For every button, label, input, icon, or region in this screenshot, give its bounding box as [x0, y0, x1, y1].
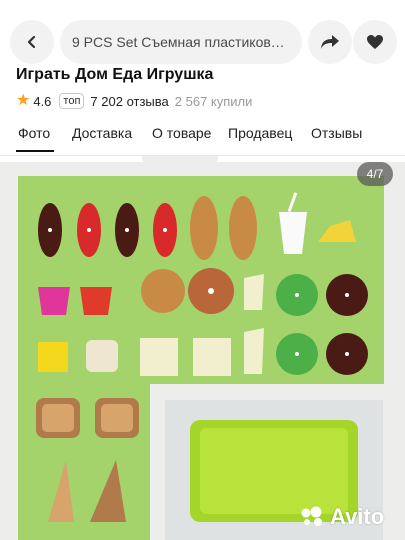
search-bar[interactable]: 9 PCS Set Съемная пластиковая… [60, 20, 302, 64]
watermark-text: Avito [330, 504, 385, 529]
toy-food-image [18, 176, 384, 540]
top-badge: топ [59, 93, 85, 109]
bought-count: 2 567 купили [174, 93, 253, 109]
share-arrow-icon [321, 35, 339, 49]
star-icon: ★ [16, 92, 31, 109]
tab-seller[interactable]: Продавец [228, 125, 292, 141]
reviews-count[interactable]: 7 202 отзыва [90, 94, 168, 109]
rating-value: 4.6 [33, 93, 52, 109]
tab-photo[interactable]: Фото [18, 125, 50, 141]
tab-reviews[interactable]: Отзывы [311, 125, 362, 141]
heart-icon [367, 35, 383, 49]
section-tabs: Фото Доставка О товаре Продавец Отзывы [0, 120, 405, 156]
product-title: Играть Дом Еда Игрушка [16, 66, 214, 83]
share-button[interactable] [308, 20, 352, 64]
tab-about[interactable]: О товаре [152, 125, 211, 141]
back-button[interactable] [10, 20, 54, 64]
search-query: 9 PCS Set Съемная пластиковая… [72, 34, 290, 50]
top-bar: 9 PCS Set Съемная пластиковая… [0, 20, 405, 64]
image-counter: 4/7 [357, 162, 393, 186]
avito-watermark: Avito [300, 504, 384, 530]
avito-logo-icon [301, 506, 322, 526]
favorite-button[interactable] [353, 20, 397, 64]
active-tab-indicator [16, 150, 54, 152]
tab-delivery[interactable]: Доставка [72, 125, 132, 141]
rating-row[interactable]: ★ 4.6 топ 7 202 отзыва 2 567 купили [16, 92, 252, 110]
chevron-left-icon [27, 35, 36, 49]
product-photo[interactable]: 4/7 Avito [0, 162, 405, 540]
